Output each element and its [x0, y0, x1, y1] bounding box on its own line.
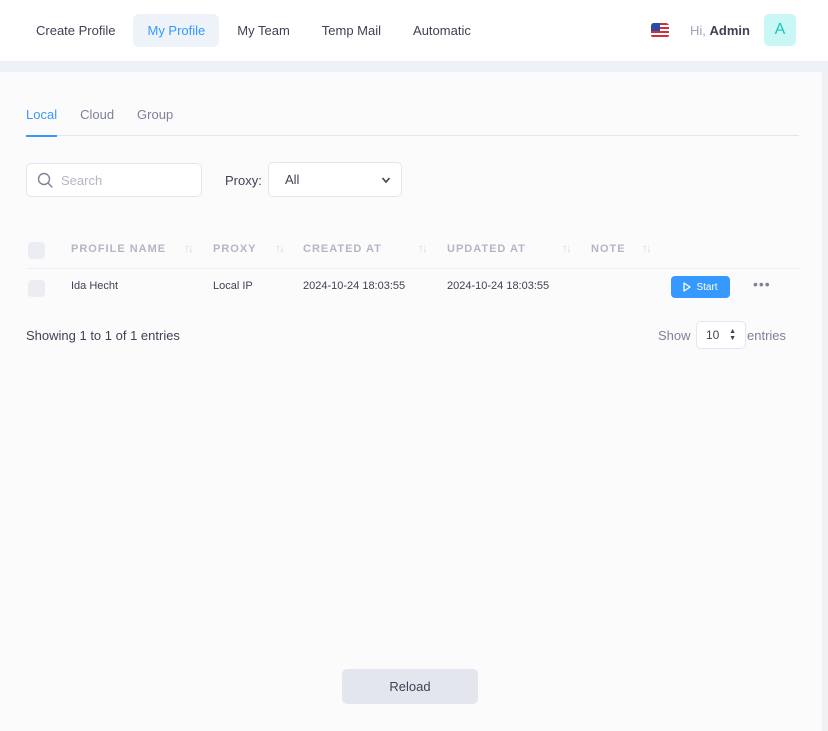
cell-updated-at: 2024-10-24 18:03:55: [447, 280, 550, 292]
user-greeting: Hi, Admin: [690, 23, 750, 38]
row-checkbox[interactable]: [28, 280, 45, 297]
proxy-selected-value: All: [285, 172, 300, 187]
nav-create-profile[interactable]: Create Profile: [22, 14, 129, 47]
col-updated-at[interactable]: UPDATED AT: [447, 243, 526, 255]
cell-created-at: 2024-10-24 18:03:55: [303, 280, 406, 292]
select-all-checkbox[interactable]: [28, 242, 45, 259]
top-navbar: Create Profile My Profile My Team Temp M…: [0, 0, 828, 61]
search-box: [26, 163, 202, 197]
search-icon: [37, 172, 53, 188]
pagination-info: Showing 1 to 1 of 1 entries: [26, 328, 180, 343]
chevron-down-icon: [381, 176, 391, 183]
us-flag-icon[interactable]: [651, 22, 670, 38]
col-created-at[interactable]: CREATED AT: [303, 243, 382, 255]
entries-label: entries: [747, 328, 787, 343]
scrollbar[interactable]: [822, 72, 828, 731]
nav-temp-mail[interactable]: Temp Mail: [308, 14, 395, 47]
col-profile-name[interactable]: PROFILE NAME: [71, 243, 166, 255]
start-button[interactable]: Start: [671, 276, 730, 298]
tab-group[interactable]: Group: [137, 97, 173, 136]
tab-local[interactable]: Local: [26, 97, 58, 137]
page-length-select[interactable]: 10 ▲ ▼: [696, 321, 746, 349]
updown-arrow-icon: ▲ ▼: [729, 328, 736, 342]
tab-cloud[interactable]: Cloud: [80, 97, 114, 136]
nav-my-team[interactable]: My Team: [223, 14, 304, 47]
proxy-select[interactable]: All: [268, 162, 402, 197]
sort-icon[interactable]: ↑↓: [184, 241, 194, 255]
nav-my-profile[interactable]: My Profile: [133, 14, 220, 47]
sort-icon[interactable]: ↑↓: [642, 241, 652, 255]
user-area: Hi, Admin A: [651, 14, 796, 46]
search-input[interactable]: [61, 172, 181, 188]
main-content: Local Cloud Group Proxy: All PROFILE NAM…: [0, 72, 822, 731]
sort-icon[interactable]: ↑↓: [275, 241, 285, 255]
start-button-label: Start: [696, 281, 718, 293]
cell-proxy: Local IP: [213, 280, 253, 292]
sort-icon[interactable]: ↑↓: [562, 241, 572, 255]
show-label: Show: [658, 328, 691, 343]
play-icon: [683, 282, 692, 292]
table-row: Ida Hecht Local IP 2024-10-24 18:03:55 2…: [26, 270, 800, 306]
user-name: Admin: [709, 22, 750, 38]
sort-icon[interactable]: ↑↓: [418, 241, 428, 255]
proxy-filter-label: Proxy:: [225, 173, 262, 188]
profile-tabs: Local Cloud Group: [26, 97, 799, 137]
col-note[interactable]: NOTE: [591, 243, 626, 255]
nav-automatic[interactable]: Automatic: [399, 14, 485, 47]
more-actions-icon[interactable]: •••: [753, 276, 771, 292]
greeting-text: Hi,: [690, 22, 706, 38]
cell-profile-name: Ida Hecht: [71, 280, 119, 292]
main-nav: Create Profile My Profile My Team Temp M…: [22, 14, 485, 47]
table-header: PROFILE NAME ↑↓ PROXY ↑↓ CREATED AT ↑↓ U…: [26, 233, 800, 269]
page-length-value: 10: [706, 328, 720, 342]
col-proxy[interactable]: PROXY: [213, 243, 257, 255]
avatar[interactable]: A: [764, 14, 796, 46]
reload-button[interactable]: Reload: [342, 669, 478, 704]
